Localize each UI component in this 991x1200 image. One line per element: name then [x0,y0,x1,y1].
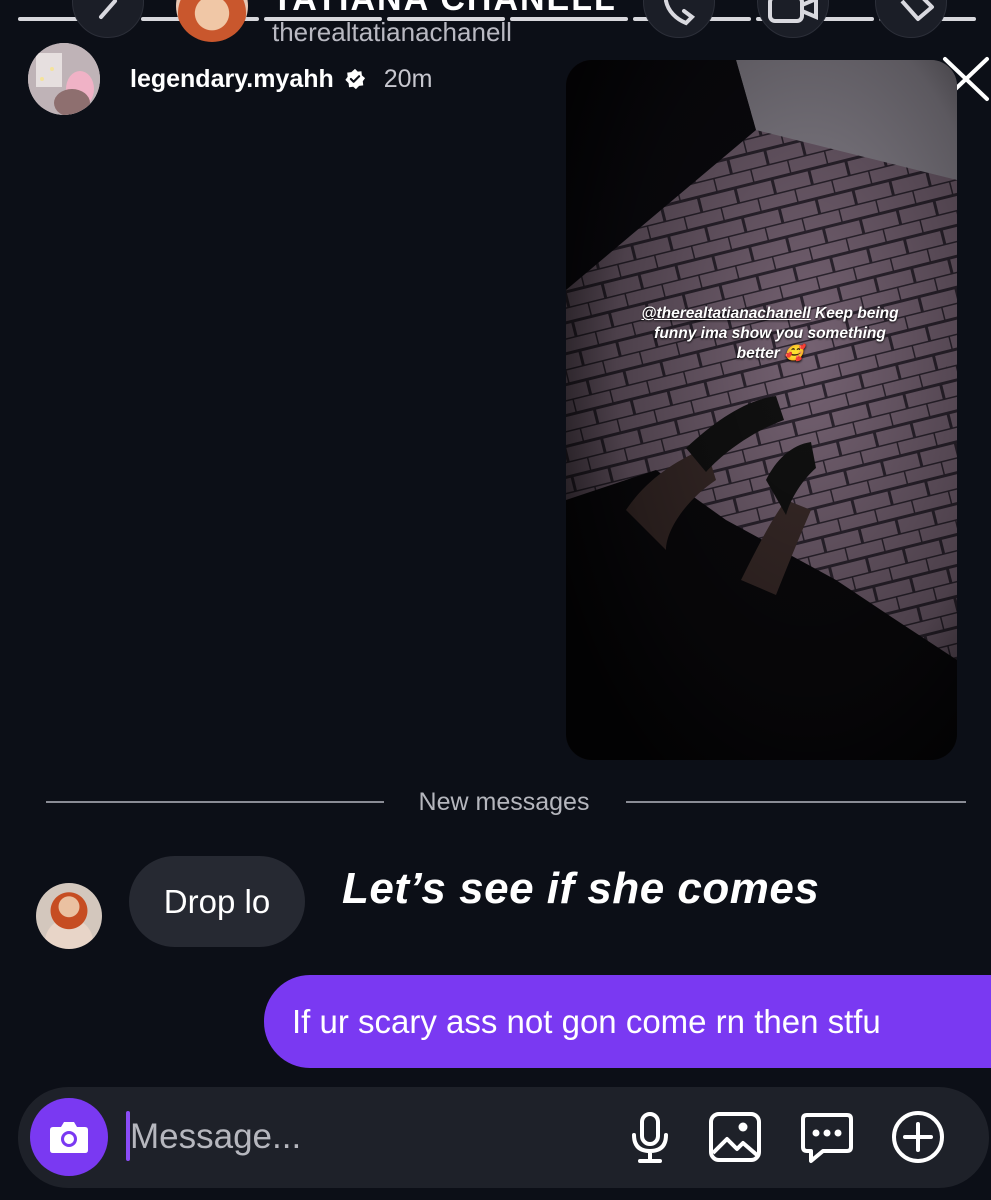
story-photo [566,60,957,760]
video-call-button[interactable] [757,0,829,38]
sticker-icon[interactable] [799,1109,855,1165]
camera-button[interactable] [30,1098,108,1176]
contact-avatar[interactable] [176,0,248,42]
overlay-caption-text: Let’s see if she comes [342,864,820,913]
camera-icon [50,1122,88,1153]
story-caption: @therealtatianachanell Keep being funny … [638,304,902,364]
back-icon [99,0,117,19]
outgoing-message-bubble[interactable]: If ur scary ass not gon come rn then stf… [264,975,991,1068]
story-author-avatar[interactable] [28,43,100,115]
gallery-icon[interactable] [707,1109,763,1165]
tag-icon [900,0,934,21]
message-input[interactable] [130,1111,590,1163]
video-call-icon [768,0,818,23]
back-button[interactable] [72,0,144,38]
divider-label: New messages [418,788,590,816]
message-composer [18,1087,989,1188]
story-mention[interactable]: @therealtatianachanell [641,305,810,322]
verified-badge-icon [345,68,365,90]
incoming-message-bubble[interactable]: Drop lo [129,856,305,947]
avatar-image [28,43,100,115]
story-reply-header: legendary.myahh 20m [28,42,432,116]
story-author-username[interactable]: legendary.myahh [130,65,334,94]
phone-icon [664,0,696,26]
tag-button[interactable] [875,0,947,38]
plus-icon[interactable] [890,1109,946,1165]
new-messages-divider: New messages [46,788,966,818]
story-timestamp: 20m [383,64,433,93]
story-preview[interactable]: @therealtatianachanell Keep being funny … [566,60,957,760]
phone-button[interactable] [643,0,715,38]
divider-line [626,801,966,803]
microphone-icon[interactable] [622,1109,678,1165]
sender-avatar[interactable] [36,883,102,949]
divider-line [46,801,384,803]
